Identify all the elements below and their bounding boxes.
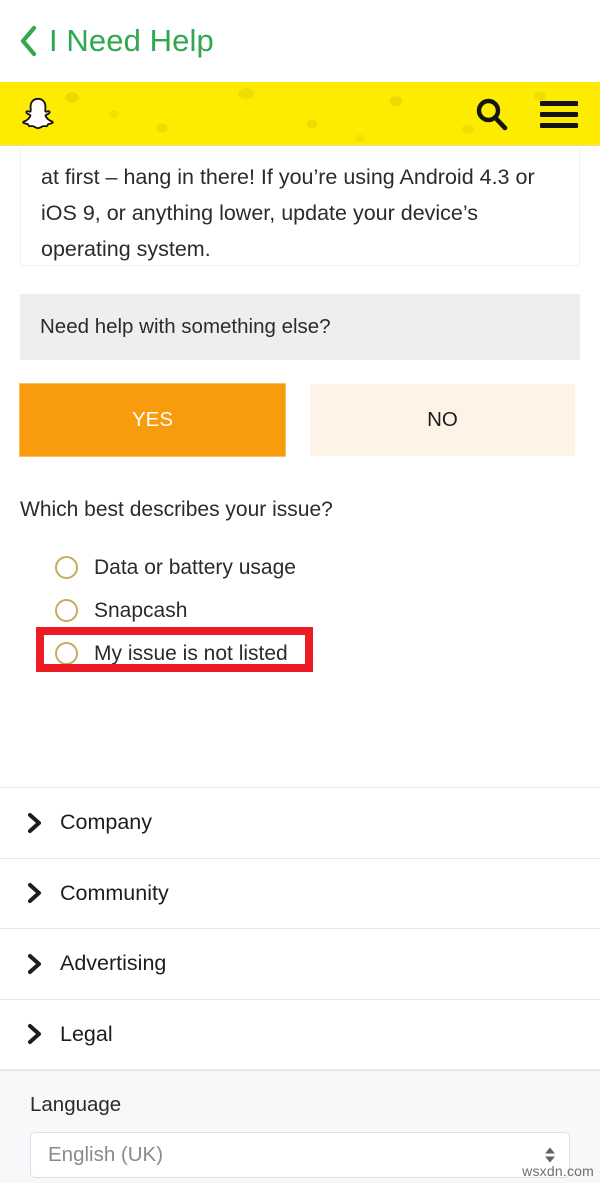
snapchat-brand-bar <box>0 82 600 146</box>
radio-option-label: My issue is not listed <box>94 641 288 665</box>
radio-option-label: Snapcash <box>94 598 188 622</box>
footer-item-company[interactable]: Company <box>0 788 600 859</box>
footer-item-community[interactable]: Community <box>0 858 600 929</box>
footer-item-advertising[interactable]: Advertising <box>0 929 600 1000</box>
radio-option-snapcash[interactable]: Snapcash <box>55 589 475 632</box>
mobile-help-page: I Need Help at first – hang in there! If… <box>0 0 600 1183</box>
language-label: Language <box>30 1093 122 1116</box>
radio-circle-icon[interactable] <box>55 642 78 665</box>
radio-option-my-issue-is-not-listed[interactable]: My issue is not listed <box>55 632 475 675</box>
radio-circle-icon[interactable] <box>55 556 78 579</box>
footer-item-label: Advertising <box>60 951 167 976</box>
footer-link-list: Company Community Advertising Legal <box>0 787 600 1070</box>
followup-prompt-text: Need help with something else? <box>40 315 331 338</box>
answer-card: at first – hang in there! If you’re usin… <box>20 149 580 266</box>
chevron-left-icon[interactable] <box>17 24 39 58</box>
no-button[interactable]: NO <box>310 384 575 456</box>
spinner-up-down-icon[interactable] <box>545 1147 555 1163</box>
footer-item-legal[interactable]: Legal <box>0 999 600 1070</box>
hamburger-line <box>540 100 578 106</box>
page-title: I Need Help <box>49 23 214 58</box>
answer-text: at first – hang in there! If you’re usin… <box>41 165 535 261</box>
followup-prompt-box: Need help with something else? <box>20 294 580 360</box>
chevron-right-icon <box>24 882 46 904</box>
search-icon[interactable] <box>474 97 508 131</box>
chevron-right-icon <box>24 1023 46 1045</box>
language-selected-value: English (UK) <box>48 1143 164 1166</box>
issue-question-label: Which best describes your issue? <box>20 498 333 521</box>
watermark: wsxdn.com <box>522 1163 594 1179</box>
radio-circle-icon[interactable] <box>55 599 78 622</box>
spinner-up-arrow <box>545 1147 555 1154</box>
hamburger-line <box>540 122 578 128</box>
radio-option-label: Data or battery usage <box>94 555 296 579</box>
spinner-down-arrow <box>545 1156 555 1163</box>
chevron-right-icon <box>24 812 46 834</box>
issue-radio-group: Data or battery usage Snapcash My issue … <box>55 546 475 675</box>
language-select[interactable]: English (UK) <box>30 1132 570 1178</box>
followup-answer-buttons: YES NO <box>20 384 580 456</box>
chevron-right-icon <box>24 953 46 975</box>
language-section: Language English (UK) <box>0 1070 600 1183</box>
app-header: I Need Help <box>0 0 600 82</box>
hamburger-menu-icon[interactable] <box>540 100 578 128</box>
footer-item-label: Community <box>60 880 169 905</box>
footer-item-label: Company <box>60 810 153 835</box>
radio-option-data-or-battery-usage[interactable]: Data or battery usage <box>55 546 475 589</box>
bar-actions <box>474 82 578 146</box>
snapchat-ghost-icon[interactable] <box>18 94 58 134</box>
hamburger-line <box>540 111 578 117</box>
footer-item-label: Legal <box>60 1021 113 1046</box>
yes-button[interactable]: YES <box>20 384 285 456</box>
